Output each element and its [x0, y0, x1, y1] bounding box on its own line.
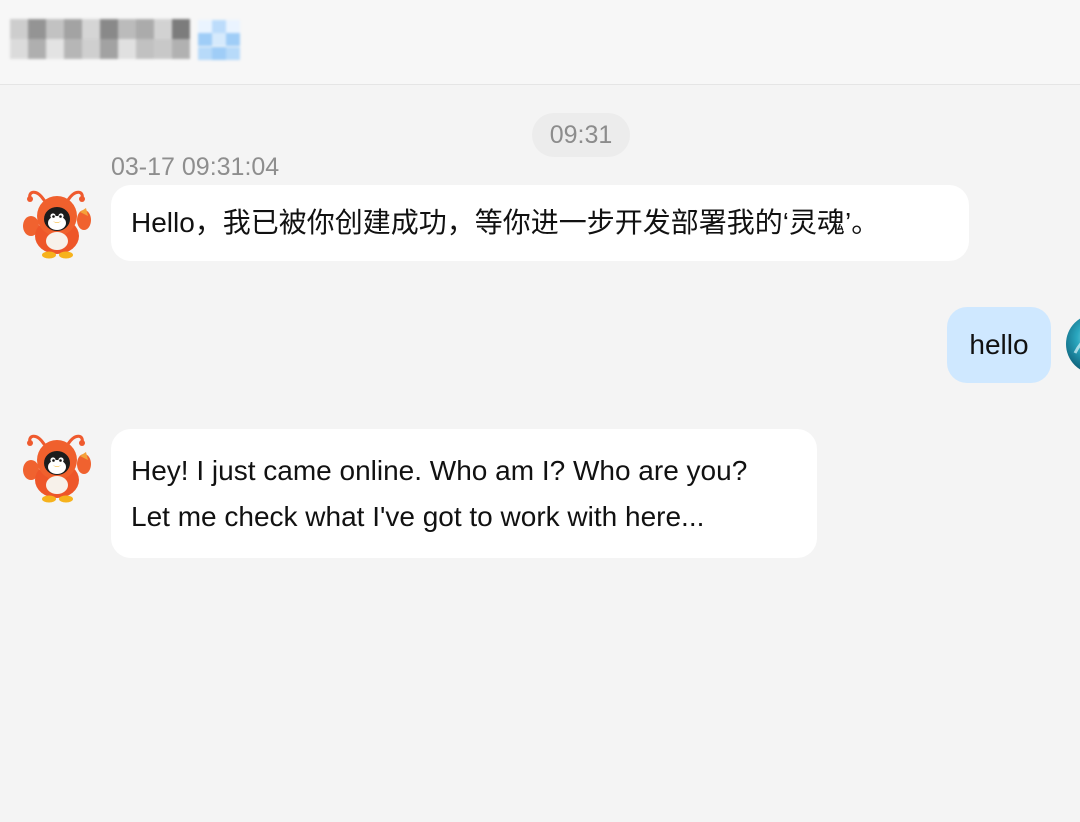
status-icon [198, 20, 240, 60]
message-bubble-bot[interactable]: Hey! I just came online. Who am I? Who a… [111, 429, 817, 558]
user-avatar[interactable] [1065, 313, 1080, 375]
time-divider: 09:31 [532, 113, 630, 157]
chat-title-blurred[interactable] [10, 19, 190, 59]
lobster-penguin-icon [23, 434, 91, 503]
bot-avatar[interactable] [22, 186, 92, 260]
message-bubble-bot[interactable]: Hello，我已被你创建成功，等你进一步开发部署我的‘灵魂’。 [111, 185, 969, 261]
lobster-penguin-icon [23, 190, 91, 259]
chat-header [0, 0, 1080, 85]
message-text-line: Let me check what I've got to work with … [131, 501, 705, 532]
bot-avatar[interactable] [22, 430, 92, 504]
message-timestamp: 03-17 09:31:04 [111, 153, 280, 181]
message-text: Hello，我已被你创建成功，等你进一步开发部署我的‘灵魂’。 [131, 207, 880, 238]
message-text-line: Hey! I just came online. Who am I? Who a… [131, 455, 748, 486]
user-avatar-icon [1066, 318, 1080, 370]
message-bubble-user[interactable]: hello [947, 307, 1051, 383]
message-text: hello [969, 329, 1029, 360]
